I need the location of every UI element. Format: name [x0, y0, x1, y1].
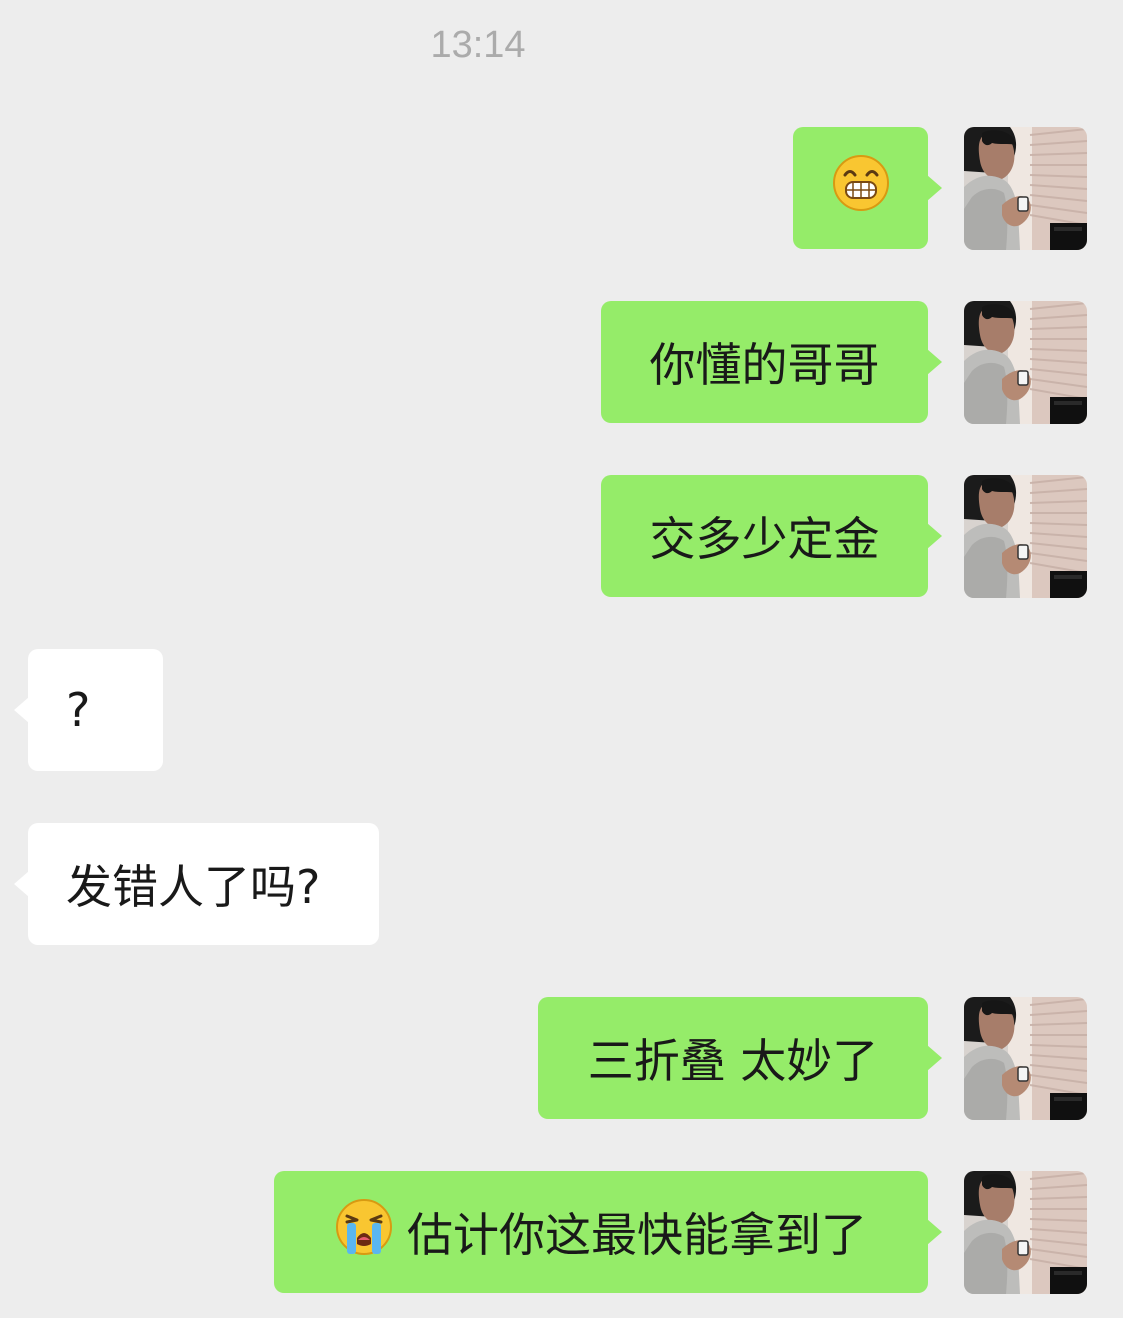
outgoing-message-bubble[interactable]: 你懂的哥哥: [601, 301, 942, 423]
message-text: 三折叠 太妙了: [587, 1034, 879, 1088]
message-text: 你懂的哥哥: [649, 338, 880, 392]
message-text: 发错人了吗?: [66, 860, 321, 914]
loudly-crying-face-emoji-icon: [335, 1198, 393, 1267]
message-timestamp: 13:14: [430, 24, 526, 66]
user-avatar[interactable]: [964, 301, 1087, 424]
outgoing-message-bubble[interactable]: 交多少定金: [601, 475, 942, 597]
user-avatar[interactable]: [964, 127, 1087, 250]
incoming-message-bubble[interactable]: 发错人了吗?: [14, 823, 379, 945]
user-avatar[interactable]: [964, 997, 1087, 1120]
outgoing-message-bubble[interactable]: 三折叠 太妙了: [538, 997, 942, 1119]
user-avatar[interactable]: [964, 475, 1087, 598]
grinning-face-emoji-icon: [832, 154, 890, 223]
incoming-message-bubble[interactable]: ?: [14, 649, 163, 771]
outgoing-message-bubble[interactable]: 估计你这最快能拿到了: [274, 1171, 942, 1293]
outgoing-message-bubble[interactable]: [793, 127, 942, 249]
user-avatar[interactable]: [964, 1171, 1087, 1294]
message-text: 交多少定金: [649, 512, 880, 566]
message-text: 估计你这最快能拿到了: [407, 1208, 867, 1262]
message-text: ?: [66, 683, 91, 737]
